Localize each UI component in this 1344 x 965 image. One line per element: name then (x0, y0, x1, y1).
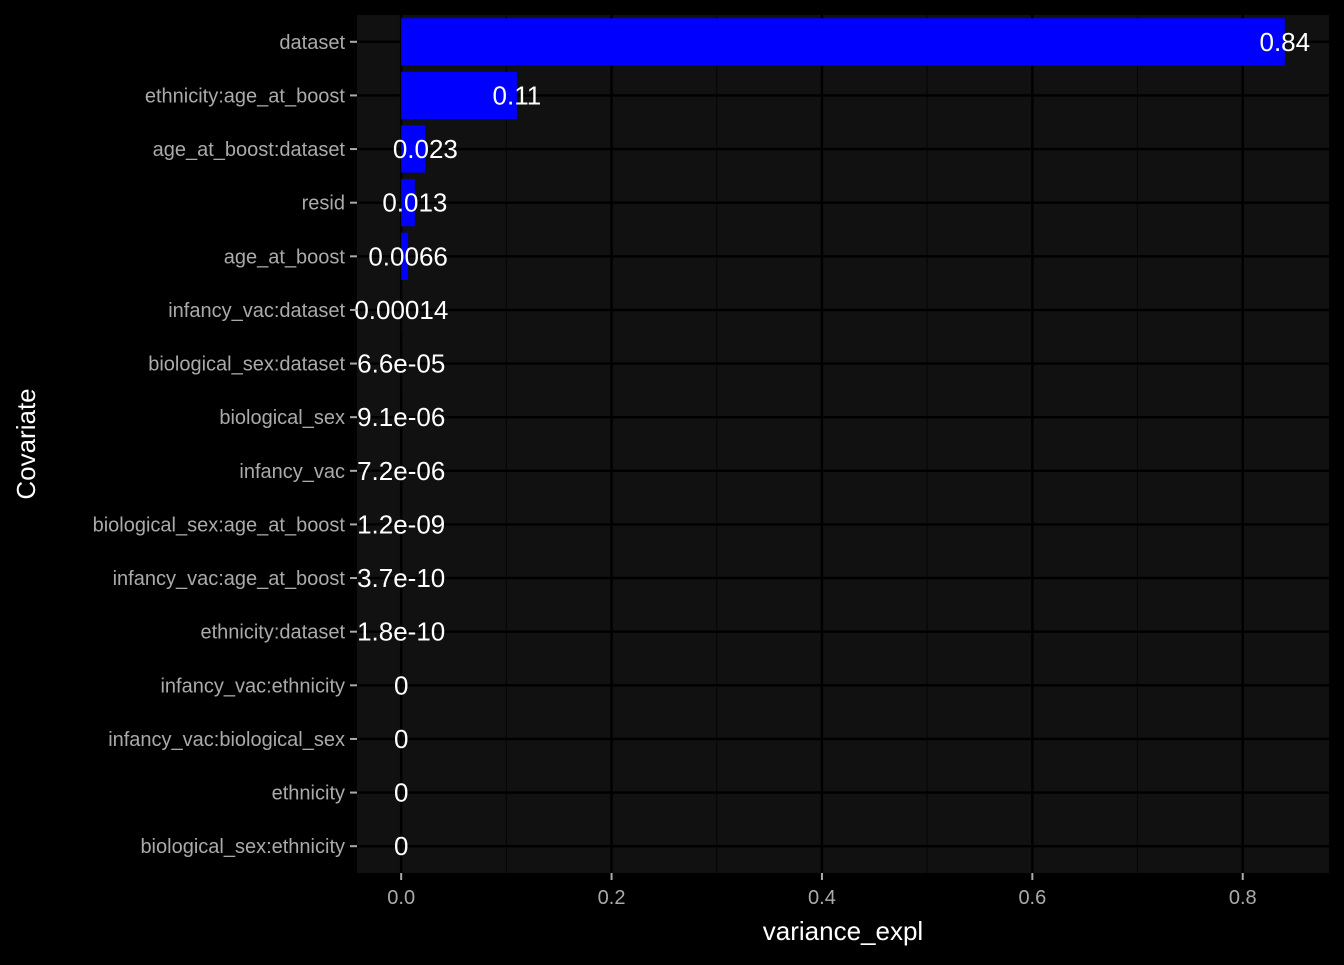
y-tick-label: infancy_vac:age_at_boost (113, 568, 346, 590)
bar-value-label: 0 (394, 831, 408, 861)
bar-value-label: 0.84 (1260, 27, 1311, 57)
bar-value-label: 6.6e-05 (357, 349, 445, 379)
y-tick-label: age_at_boost (224, 246, 346, 268)
bar-value-label: 7.2e-06 (357, 456, 445, 486)
y-tick-label: biological_sex:age_at_boost (93, 514, 346, 536)
bar-value-label: 0.013 (382, 188, 447, 218)
chart-root: 0.84 0.11 0.023 0.013 0.0066 0.00014 6.6e-05 9.… (0, 0, 1344, 960)
bar-value-label: 0.00014 (354, 295, 448, 325)
bar-value-label: 3.7e-10 (357, 563, 445, 593)
y-axis-title: Covariate (11, 388, 41, 499)
bar-value-label: 0 (394, 670, 408, 700)
y-tick-label: dataset (279, 32, 345, 54)
y-tick-label: ethnicity:age_at_boost (145, 85, 346, 107)
x-tick-label: 0.2 (598, 887, 626, 909)
bar (401, 18, 1285, 65)
y-tick-label: ethnicity:dataset (200, 622, 345, 644)
bar-value-label: 0 (394, 724, 408, 754)
bar-value-label: 0.11 (493, 80, 542, 110)
x-tick-label: 0.0 (387, 887, 415, 909)
y-tick-label: infancy_vac:biological_sex (108, 729, 345, 751)
y-tick-label: biological_sex:ethnicity (140, 836, 345, 858)
bar-value-label: 0.0066 (368, 241, 448, 271)
bar-chart: 0.84 0.11 0.023 0.013 0.0066 0.00014 6.6e-05 9.… (0, 0, 1344, 960)
y-tick-label: resid (302, 193, 345, 215)
x-tick-label: 0.8 (1229, 887, 1257, 909)
y-tick-label: infancy_vac (239, 461, 345, 483)
plot-panel (357, 15, 1329, 873)
y-axis-ticks: dataset ethnicity:age_at_boost age_at_boos… (93, 32, 357, 858)
y-tick-label: infancy_vac:ethnicity (160, 675, 345, 697)
x-axis-title: variance_expl (763, 916, 923, 946)
y-tick-label: biological_sex (219, 407, 345, 429)
bar-value-label: 0.023 (393, 134, 458, 164)
y-tick-label: biological_sex:dataset (148, 354, 345, 376)
y-tick-label: age_at_boost:dataset (153, 139, 346, 161)
y-tick-label: infancy_vac:dataset (168, 300, 345, 322)
x-tick-label: 0.4 (808, 887, 836, 909)
bar-value-label: 1.8e-10 (357, 617, 445, 647)
x-tick-label: 0.6 (1018, 887, 1046, 909)
y-tick-label: ethnicity (272, 783, 345, 805)
bar-value-label: 1.2e-09 (357, 509, 445, 539)
bar-value-label: 9.1e-06 (357, 402, 445, 432)
bar-value-label: 0 (394, 778, 408, 808)
x-axis-ticks: 0.0 0.2 0.4 0.6 0.8 (387, 873, 1256, 909)
